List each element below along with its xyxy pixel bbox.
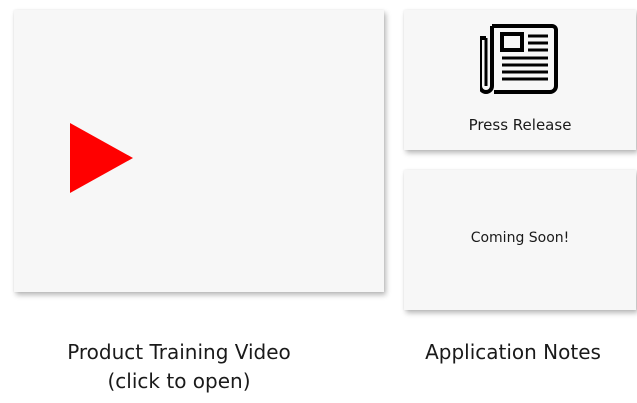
press-release-label: Press Release (468, 116, 572, 134)
product-training-video-card[interactable] (14, 10, 384, 292)
video-caption-title: Product Training Video (67, 340, 291, 364)
play-icon[interactable] (70, 123, 133, 193)
press-release-card[interactable]: Press Release (404, 10, 636, 150)
video-caption-hint: (click to open) (107, 369, 251, 393)
coming-soon-label: Coming Soon! (470, 230, 570, 246)
newspaper-icon (480, 24, 558, 94)
application-notes-caption[interactable]: Application Notes (398, 338, 628, 367)
application-notes-card[interactable]: Coming Soon! (404, 170, 636, 310)
product-training-video-caption[interactable]: Product Training Video (click to open) (14, 338, 344, 396)
